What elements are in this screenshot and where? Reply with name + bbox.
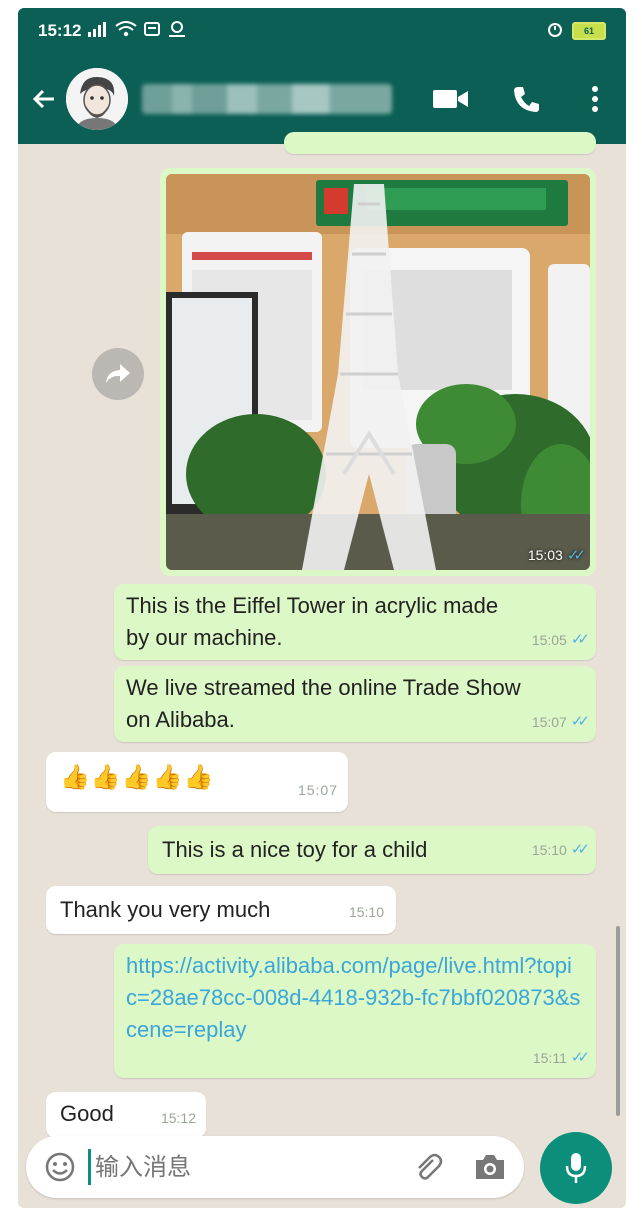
contact-name[interactable] (142, 84, 392, 114)
status-time: 15:12 (38, 21, 82, 40)
message-text: Good (60, 1101, 114, 1126)
link-message-bubble[interactable]: https://activity.alibaba.com/page/live.h… (114, 944, 596, 1078)
message-input[interactable] (88, 1149, 406, 1185)
message-time: 15:10 ✓✓ (532, 834, 590, 866)
read-receipt-icon: ✓✓ (566, 547, 586, 564)
chat-area[interactable]: 15:03 ✓✓ This is the Eiffel Tower in acr… (18, 132, 626, 1138)
message-text: This is a nice toy for a child (162, 837, 428, 862)
message-time: 15:10 (348, 904, 384, 920)
read-receipt-icon: ✓✓ (570, 713, 590, 730)
phone-call-icon (514, 87, 539, 112)
message-time: 15:12 (160, 1110, 196, 1126)
back-arrow-icon (32, 89, 54, 109)
chat-header (18, 54, 626, 144)
alarm-icon (546, 20, 564, 43)
message-text: Thank you very much (60, 897, 271, 922)
video-call-icon (433, 90, 468, 108)
notification-icon (143, 21, 161, 42)
avatar[interactable] (66, 68, 128, 130)
emoji-button[interactable] (40, 1147, 80, 1187)
more-options-button[interactable] (570, 74, 620, 124)
microphone-button[interactable] (540, 1132, 612, 1204)
camera-icon (476, 1155, 504, 1179)
message-bubble[interactable]: Thank you very much 15:10 (46, 886, 396, 934)
forward-icon (106, 364, 130, 383)
read-receipt-icon: ✓✓ (570, 1049, 590, 1066)
message-time: 15:07 ✓✓ (532, 706, 590, 738)
forward-button[interactable] (92, 348, 144, 400)
message-link[interactable]: https://activity.alibaba.com/page/live.h… (126, 950, 582, 1046)
phone-call-button[interactable] (502, 74, 552, 124)
read-receipt-icon: ✓✓ (570, 631, 590, 648)
signal-icon (87, 21, 109, 42)
read-receipt-icon: ✓✓ (570, 841, 590, 858)
emoji-icon (45, 1152, 75, 1182)
phone-screen: 15:12 61 15:03 ✓✓ This is the Eiffel Tow… (18, 8, 626, 1208)
more-vert-icon (592, 86, 598, 112)
image-message-time: 15:03 ✓✓ (527, 547, 586, 564)
message-text: This is the Eiffel Tower in acrylic made… (126, 593, 499, 650)
message-bubble[interactable]: This is the Eiffel Tower in acrylic made… (114, 584, 596, 660)
message-bubble[interactable]: We live streamed the online Trade Show o… (114, 666, 596, 742)
message-bubble[interactable]: 👍👍👍👍👍 15:07 (46, 752, 348, 812)
video-call-button[interactable] (426, 74, 476, 124)
eiffel-tower-photo[interactable]: 15:03 ✓✓ (166, 174, 590, 570)
status-right: 61 (546, 20, 606, 43)
previous-message-bubble (284, 132, 596, 154)
thumbs-up-emojis: 👍👍👍👍👍 (60, 764, 215, 791)
wifi-icon (115, 20, 138, 42)
message-bubble[interactable]: Good 15:12 (46, 1092, 206, 1138)
microphone-icon (565, 1153, 587, 1183)
message-text: We live streamed the online Trade Show o… (126, 675, 521, 732)
scrollbar[interactable] (616, 926, 620, 1116)
battery-icon: 61 (572, 22, 606, 40)
app-notification-icon (167, 20, 187, 42)
back-button[interactable] (22, 69, 66, 129)
status-bar: 15:12 61 (18, 8, 626, 54)
message-time: 15:07 (297, 782, 338, 798)
message-time: 15:11 ✓✓ (533, 1042, 590, 1074)
message-time: 15:05 ✓✓ (532, 624, 590, 656)
image-message-bubble[interactable]: 15:03 ✓✓ (160, 168, 596, 576)
status-left: 15:12 (38, 20, 187, 42)
message-input-bar (26, 1136, 524, 1198)
message-bubble[interactable]: This is a nice toy for a child 15:10 ✓✓ (148, 826, 596, 874)
camera-button[interactable] (468, 1145, 512, 1189)
attach-button[interactable] (406, 1145, 450, 1189)
paperclip-icon (418, 1153, 443, 1180)
